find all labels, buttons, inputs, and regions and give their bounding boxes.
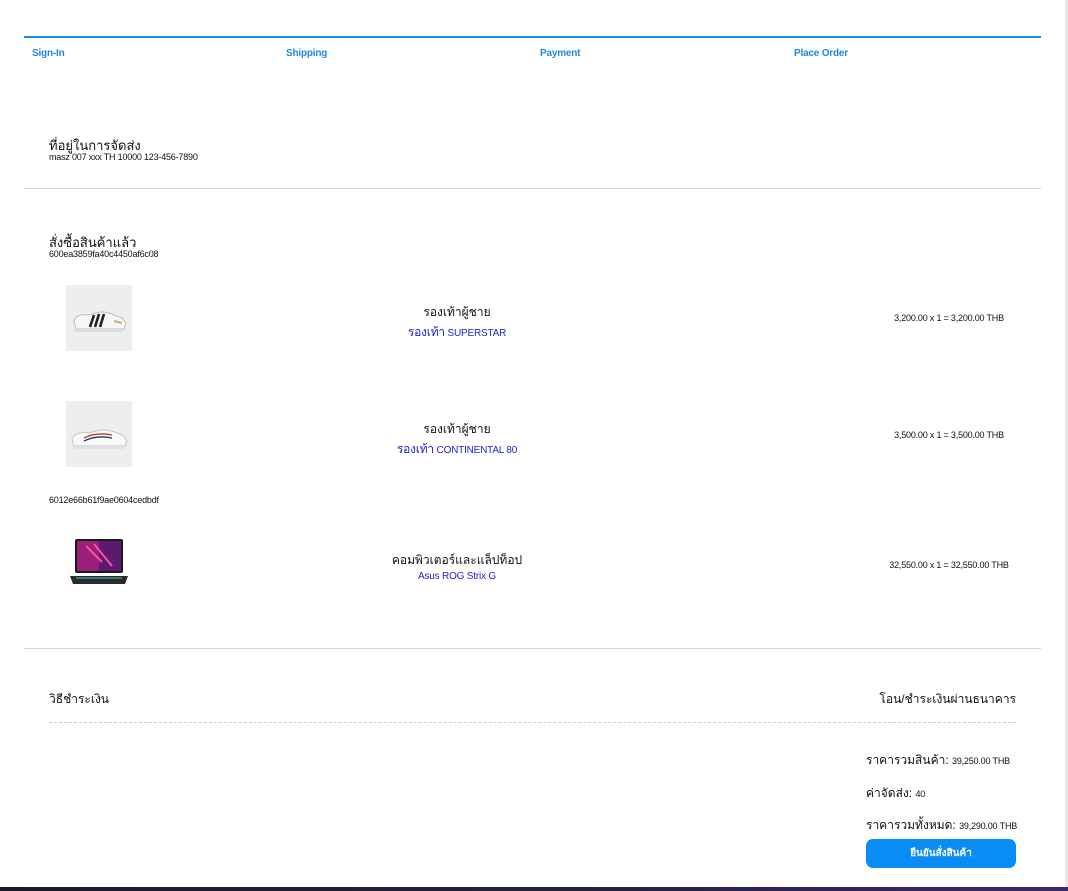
bottom-edge	[0, 887, 1068, 891]
item-name-link[interactable]: รองเท้า SUPERSTAR	[257, 323, 657, 342]
item-category: รองเท้าผู้ชาย	[423, 305, 491, 319]
grand-total: ราคารวมทั้งหมด: 39,290.00 THB	[866, 816, 1017, 835]
grand-total-value: 39,290.00 THB	[959, 821, 1018, 831]
step-sign-in[interactable]: Sign-In	[24, 38, 278, 59]
sneaker-continental-image[interactable]	[66, 401, 132, 467]
item-category: รองเท้าผู้ชาย	[423, 422, 491, 436]
step-shipping[interactable]: Shipping	[278, 38, 532, 59]
item-price: 3,500.00 x 1 = 3,500.00 THB	[894, 430, 1004, 440]
shipping-fee-label: ค่าจัดส่ง:	[866, 786, 913, 800]
order-id: 6012e66b61f9ae0604cedbdf	[49, 495, 159, 505]
dashed-divider	[49, 722, 1016, 723]
divider	[24, 188, 1041, 189]
divider	[24, 648, 1041, 649]
order-item: รองเท้าผู้ชาย รองเท้า SUPERSTAR 3,200.00…	[49, 285, 1015, 355]
step-payment[interactable]: Payment	[532, 38, 786, 59]
subtotal-value: 39,250.00 THB	[952, 756, 1010, 766]
laptop-image[interactable]	[66, 532, 132, 598]
sneaker-superstar-image[interactable]	[66, 285, 132, 351]
shipping-address: masz 007 xxx TH 10000 123-456-7890	[49, 152, 198, 162]
payment-method-label: วิธีชำระเงิน	[49, 692, 109, 706]
subtotal-label: ราคารวมสินค้า:	[866, 753, 949, 767]
confirm-order-button[interactable]: ยืนยันสั่งสินค้า	[866, 839, 1016, 868]
subtotal: ราคารวมสินค้า: 39,250.00 THB	[866, 751, 1010, 770]
item-name-link[interactable]: Asus ROG Strix G	[257, 571, 657, 582]
checkout-steps: Sign-In Shipping Payment Place Order	[24, 36, 1041, 59]
item-name-link[interactable]: รองเท้า CONTINENTAL 80	[257, 440, 657, 459]
order-item: คอมพิวเตอร์และแล็ปท็อป Asus ROG Strix G …	[49, 532, 1015, 602]
order-id: 600ea3859fa40c4450af6c08	[49, 249, 159, 259]
payment-method-value: โอน/ชำระเงินผ่านธนาคาร	[879, 692, 1016, 706]
shipping-fee: ค่าจัดส่ง: 40	[866, 784, 925, 803]
grand-total-label: ราคารวมทั้งหมด:	[866, 818, 956, 832]
shipping-fee-value: 40	[915, 789, 926, 799]
item-category: คอมพิวเตอร์และแล็ปท็อป	[391, 553, 523, 567]
item-price: 32,550.00 x 1 = 32,550.00 THB	[889, 560, 1009, 570]
order-item: รองเท้าผู้ชาย รองเท้า CONTINENTAL 80 3,5…	[49, 401, 1015, 471]
item-price: 3,200.00 x 1 = 3,200.00 THB	[894, 313, 1004, 323]
step-place-order[interactable]: Place Order	[786, 38, 1040, 59]
